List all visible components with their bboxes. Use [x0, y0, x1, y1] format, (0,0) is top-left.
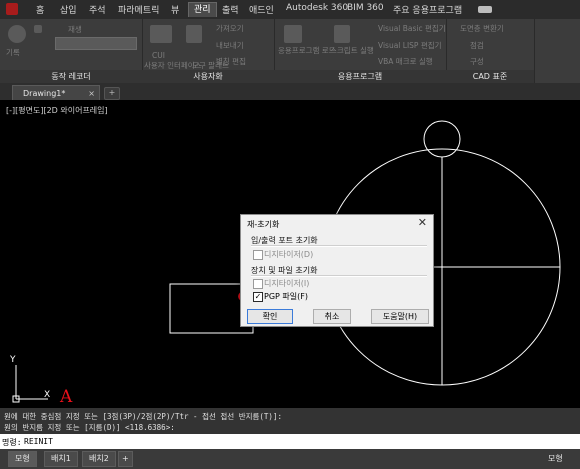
- tab-layout2[interactable]: 배치2: [82, 451, 116, 467]
- cancel-button[interactable]: 취소: [313, 309, 351, 324]
- status-model-space[interactable]: 모형: [548, 453, 563, 464]
- divider: [251, 245, 427, 247]
- help-button[interactable]: 도움말(H): [371, 309, 429, 324]
- pgp-file-checkbox[interactable]: ✓: [253, 292, 263, 302]
- reinit-dialog: 재-초기화 ✕ 입/출력 포트 초기화 디지타이저(D) 장치 및 파일 초기화…: [240, 214, 434, 327]
- command-line[interactable]: 명령: REINIT: [0, 434, 580, 449]
- annotation-letter-a: A: [60, 387, 73, 407]
- command-input[interactable]: REINIT: [24, 437, 53, 446]
- close-icon[interactable]: ✕: [418, 216, 427, 229]
- divider: [251, 275, 427, 277]
- add-layout-button[interactable]: +: [118, 451, 133, 467]
- small-circle: [423, 120, 461, 158]
- tab-model[interactable]: 모형: [8, 451, 37, 467]
- digitizer-device-label: 디지타이저(I): [264, 279, 310, 288]
- ok-button[interactable]: 확인: [247, 309, 293, 324]
- digitizer-port-checkbox[interactable]: [253, 250, 263, 260]
- command-prompt: 명령:: [2, 438, 22, 447]
- ucs-y-label: Y: [10, 355, 16, 365]
- layout-tab-bar: 모형 배치1 배치2 + 모형: [0, 449, 580, 469]
- command-history: 원에 대한 중심점 지정 또는 [3점(3P)/2점(2P)/Ttr - 접선 …: [0, 408, 580, 434]
- pgp-file-label: PGP 파일(F): [264, 292, 308, 301]
- ucs-x-label: X: [44, 390, 51, 400]
- digitizer-port-label: 디지타이저(D): [264, 250, 314, 259]
- ucs-icon: [12, 365, 48, 403]
- tab-layout1[interactable]: 배치1: [44, 451, 78, 467]
- dialog-title: 재-초기화: [247, 220, 280, 229]
- command-history-line: 원의 반지름 지정 또는 [지름(D)] <118.6386>:: [4, 423, 175, 432]
- digitizer-device-checkbox[interactable]: [253, 279, 263, 289]
- command-history-line: 원에 대한 중심점 지정 또는 [3점(3P)/2점(2P)/Ttr - 접선 …: [4, 412, 282, 421]
